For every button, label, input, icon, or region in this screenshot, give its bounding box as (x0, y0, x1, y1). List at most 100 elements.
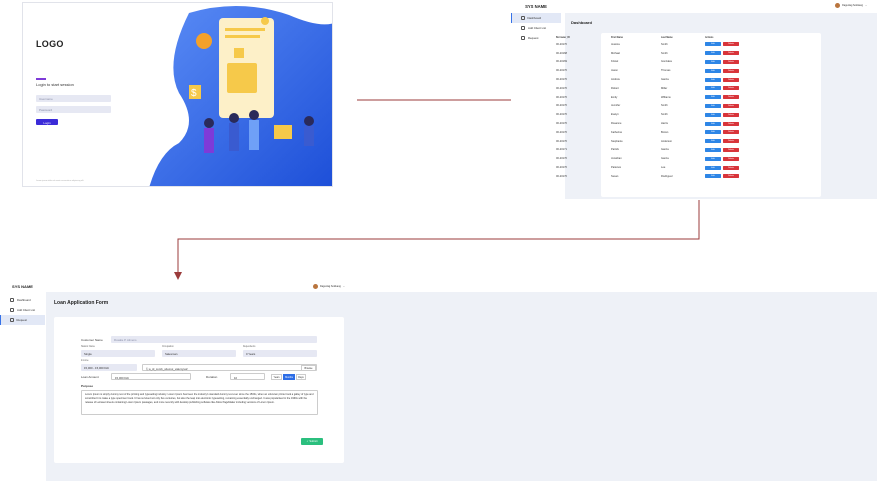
delete-button[interactable]: Delete (723, 95, 739, 100)
sidebar-item-add-client-list[interactable]: Add Client List (0, 305, 45, 315)
delete-button[interactable]: Delete (723, 112, 739, 117)
purpose-textarea[interactable]: Lorem Ipsum is simply dummy text of the … (81, 390, 318, 415)
form-main: Loan Application Form Customer Name Rosa… (46, 292, 877, 481)
edit-button[interactable]: Edit (705, 42, 721, 47)
edit-button[interactable]: Edit (705, 121, 721, 126)
edit-button[interactable]: Edit (705, 165, 721, 170)
delete-button[interactable]: Delete (723, 103, 739, 108)
edit-button[interactable]: Edit (705, 130, 721, 135)
edit-button[interactable]: Edit (705, 139, 721, 144)
table-row: 00-20170 Evelyn Smith Edit Delete (556, 110, 750, 119)
table-row: 00-20170 Emily Williams Edit Delete (556, 93, 750, 102)
edit-button[interactable]: Edit (705, 77, 721, 82)
actions-cell: Edit Delete (705, 154, 750, 163)
actions-cell: Edit Delete (705, 110, 750, 119)
table-cell: Patrick (611, 148, 619, 152)
delete-button[interactable]: Delete (723, 59, 739, 64)
sidebar-item-dashboard[interactable]: Dashboard (0, 295, 45, 305)
table-cell: Emily (611, 95, 618, 99)
table-cell: Smith (661, 104, 668, 108)
document-icon (521, 36, 525, 40)
occupation-select[interactable]: Salesman (162, 350, 236, 357)
delete-button[interactable]: Delete (723, 174, 739, 179)
delete-button[interactable]: Delete (723, 42, 739, 47)
table-cell: Jonathan (611, 157, 622, 161)
table-row: 00-20170 Robert Miller Edit Delete (556, 84, 750, 93)
sidebar: Dashboard Add Client List Request (0, 295, 45, 325)
edit-button[interactable]: Edit (705, 156, 721, 161)
edit-button[interactable]: Edit (705, 86, 721, 91)
edit-button[interactable]: Edit (705, 174, 721, 179)
file-upload-field[interactable]: ⎘ a_id_comb_vdemoi_valemyvaf (142, 364, 317, 371)
delete-button[interactable]: Delete (723, 68, 739, 73)
table-cell: Garcia (661, 157, 669, 161)
edit-button[interactable]: Edit (705, 51, 721, 56)
income-label: Income (81, 360, 89, 362)
sidebar-item-add-client-list[interactable]: Add Client List (511, 23, 561, 33)
table-cell: Smith (661, 51, 668, 55)
delete-button[interactable]: Delete (723, 130, 739, 135)
duration-years-button[interactable]: Years (271, 373, 282, 380)
duration-days-button[interactable]: Days (296, 373, 306, 380)
actions-cell: Edit Delete (705, 128, 750, 137)
table-cell: 00-20169 (556, 60, 567, 64)
loan-form-card: Customer Name Rosalie P. Almeno Station … (54, 317, 344, 463)
table-cell: 00-20170 (556, 42, 567, 46)
table-row: 00-20170 Jennifer Smith Edit Delete (556, 102, 750, 111)
delete-button[interactable]: Delete (723, 139, 739, 144)
sidebar-item-label: Add Client List (528, 26, 547, 30)
occupation-label: Occupation (162, 346, 174, 348)
customer-name-select[interactable]: Rosalie P. Almeno (111, 336, 317, 343)
table-cell: Garcia (661, 148, 669, 152)
table-cell: Smith (661, 113, 668, 117)
table-row: 00-20171 Patrick Garcia Edit Delete (556, 146, 750, 155)
table-cell: Evelyn (611, 113, 619, 117)
sidebar-item-label: Request (16, 318, 27, 322)
edit-button[interactable]: Edit (705, 59, 721, 64)
customer-name-label: Customer Name (81, 338, 103, 342)
delete-button[interactable]: Delete (723, 165, 739, 170)
sidebar-item-request[interactable]: Request (511, 33, 561, 43)
delete-button[interactable]: Delete (723, 51, 739, 56)
income-field[interactable]: 15,000 - 15,000 Ddt (81, 364, 137, 371)
loan-amount-field[interactable]: 15,000 Ddt (111, 373, 191, 380)
loan-name-field[interactable]: Single (81, 350, 155, 357)
delete-button[interactable]: Delete (723, 77, 739, 82)
duration-field[interactable]: 10 (230, 373, 265, 380)
edit-button[interactable]: Edit (705, 103, 721, 108)
edit-button[interactable]: Edit (705, 112, 721, 117)
loan-name-label: Station Name (81, 346, 95, 348)
sidebar-item-request[interactable]: Request (0, 315, 45, 325)
submit-button[interactable]: ✓ Submit (301, 438, 323, 445)
sidebar: Dashboard Add Client List Request (511, 13, 561, 199)
table-cell: Jennifer (611, 104, 621, 108)
edit-button[interactable]: Edit (705, 147, 721, 152)
table-cell: Smith (661, 42, 668, 46)
table-cell: Harris (661, 122, 668, 126)
table-row: 00-20170 Jessica Smith Edit Delete (556, 40, 750, 49)
user-menu[interactable]: Dagunlag Solokang ⌄ (313, 284, 351, 289)
edit-button[interactable]: Edit (705, 68, 721, 73)
table-cell: 00-20170 (556, 174, 567, 178)
actions-cell: Edit Delete (705, 84, 750, 93)
duration-label: Duration (206, 375, 218, 379)
delete-button[interactable]: Delete (723, 86, 739, 91)
delete-button[interactable]: Delete (723, 156, 739, 161)
table-cell: 00-20171 (556, 148, 567, 152)
actions-cell: Edit Delete (705, 49, 750, 58)
table-cell: 00-20170 (556, 157, 567, 161)
table-cell: 00-20168 (556, 51, 567, 55)
purpose-label: Purpose (81, 384, 94, 388)
dependents-field[interactable]: 0 Years (243, 350, 317, 357)
edit-button[interactable]: Edit (705, 95, 721, 100)
sys-name: SYS NAME (525, 4, 547, 9)
browse-button[interactable]: Browse (301, 364, 316, 371)
duration-months-button[interactable]: Months (283, 373, 295, 380)
table-row: 00-20169 Kristel Gonzales Edit Delete (556, 58, 750, 67)
delete-button[interactable]: Delete (723, 121, 739, 126)
table-cell: 00-20170 (556, 78, 567, 82)
table-cell: Patience (611, 166, 622, 170)
user-menu[interactable]: Dagunlag Solokang ⌄ (835, 3, 867, 8)
sidebar-item-dashboard[interactable]: Dashboard (511, 13, 561, 23)
delete-button[interactable]: Delete (723, 147, 739, 152)
